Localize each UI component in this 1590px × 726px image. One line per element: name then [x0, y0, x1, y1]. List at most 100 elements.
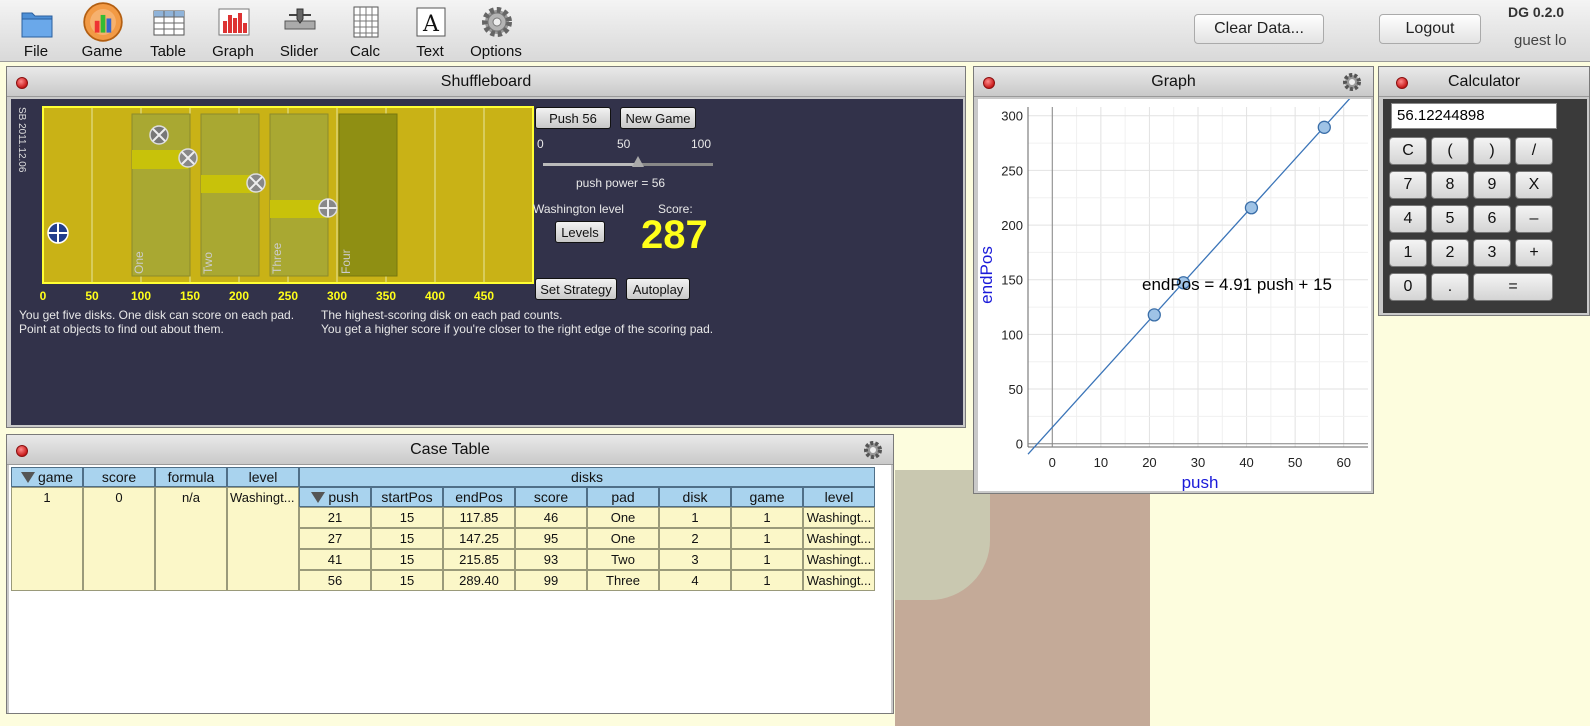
disk[interactable] [47, 222, 69, 244]
column-header[interactable]: formula [155, 467, 227, 487]
push-power-slider[interactable] [543, 156, 713, 167]
table-cell[interactable]: 41 [299, 549, 371, 570]
logout-button[interactable]: Logout [1379, 14, 1481, 44]
table-cell[interactable]: 4 [659, 570, 731, 591]
clear-data-button[interactable]: Clear Data... [1194, 14, 1324, 44]
table-cell[interactable]: 15 [371, 528, 443, 549]
table-cell[interactable]: One [587, 507, 659, 528]
calc-key[interactable]: ( [1431, 137, 1469, 165]
calc-key[interactable]: = [1473, 273, 1553, 301]
column-header[interactable]: endPos [443, 487, 515, 507]
table-cell[interactable]: Washingt... [803, 570, 875, 591]
close-icon[interactable] [16, 77, 28, 89]
table-cell[interactable]: 289.40 [443, 570, 515, 591]
gear-icon[interactable] [863, 440, 883, 460]
table-cell[interactable]: Washingt... [803, 528, 875, 549]
table-cell[interactable]: Washingt... [227, 487, 299, 591]
table-cell[interactable]: Washingt... [803, 507, 875, 528]
disk[interactable] [318, 198, 338, 218]
calc-key[interactable]: 2 [1431, 239, 1469, 267]
table-cell[interactable]: n/a [155, 487, 227, 591]
calc-key[interactable]: C [1389, 137, 1427, 165]
text-tool[interactable]: A Text [397, 2, 463, 60]
table-cell[interactable]: 27 [299, 528, 371, 549]
new-game-button[interactable]: New Game [620, 107, 696, 129]
table-cell[interactable]: 147.25 [443, 528, 515, 549]
column-header[interactable]: score [515, 487, 587, 507]
graph-tool[interactable]: Graph [200, 2, 266, 60]
table-cell[interactable]: 1 [731, 570, 803, 591]
column-header[interactable]: game [731, 487, 803, 507]
table-cell[interactable]: 117.85 [443, 507, 515, 528]
close-icon[interactable] [1396, 77, 1408, 89]
column-header[interactable]: push [299, 487, 371, 507]
column-header[interactable]: level [803, 487, 875, 507]
table-cell[interactable]: 56 [299, 570, 371, 591]
calc-key[interactable]: 3 [1473, 239, 1511, 267]
levels-button[interactable]: Levels [555, 221, 605, 243]
slider-thumb[interactable] [632, 156, 645, 167]
calc-key[interactable]: – [1515, 205, 1553, 233]
calc-key[interactable]: 6 [1473, 205, 1511, 233]
column-header[interactable]: level [227, 467, 299, 487]
calc-key[interactable]: + [1515, 239, 1553, 267]
table-cell[interactable]: 215.85 [443, 549, 515, 570]
calc-key[interactable]: . [1431, 273, 1469, 301]
options-tool[interactable]: Options [463, 2, 529, 60]
table-cell[interactable]: 21 [299, 507, 371, 528]
y-axis-label[interactable]: endPos [978, 246, 996, 304]
file-tool[interactable]: File [3, 2, 69, 60]
table-cell[interactable]: 1 [731, 549, 803, 570]
table-cell[interactable]: Three [587, 570, 659, 591]
calc-key[interactable]: 8 [1431, 171, 1469, 199]
table-cell[interactable]: 1 [659, 507, 731, 528]
calc-key[interactable]: ) [1473, 137, 1511, 165]
column-header[interactable]: score [83, 467, 155, 487]
disk[interactable] [149, 125, 169, 145]
collapse-triangle-icon[interactable] [20, 471, 35, 483]
table-tool[interactable]: Table [135, 2, 201, 60]
table-cell[interactable]: 93 [515, 549, 587, 570]
column-header[interactable]: startPos [371, 487, 443, 507]
x-axis-label[interactable]: push [1182, 473, 1219, 491]
column-header[interactable]: game [11, 467, 83, 487]
data-point[interactable] [1317, 120, 1331, 134]
calc-key[interactable]: 0 [1389, 273, 1427, 301]
gear-icon[interactable] [1342, 72, 1362, 92]
calc-key[interactable]: 4 [1389, 205, 1427, 233]
table-cell[interactable]: 1 [731, 528, 803, 549]
calc-key[interactable]: 1 [1389, 239, 1427, 267]
shuffleboard-court[interactable]: SB 2011.12.06 One Two Three Four 0 50 10… [16, 106, 537, 307]
autoplay-button[interactable]: Autoplay [626, 278, 690, 300]
set-strategy-button[interactable]: Set Strategy [535, 278, 617, 300]
slider-tool[interactable]: Slider [266, 2, 332, 60]
table-cell[interactable]: 1 [11, 487, 83, 591]
column-header[interactable]: disk [659, 487, 731, 507]
table-cell[interactable]: 99 [515, 570, 587, 591]
table-cell[interactable]: 0 [83, 487, 155, 591]
calc-key[interactable]: X [1515, 171, 1553, 199]
table-cell[interactable]: 3 [659, 549, 731, 570]
calc-key[interactable]: / [1515, 137, 1553, 165]
disk[interactable] [178, 148, 198, 168]
calc-key[interactable]: 5 [1431, 205, 1469, 233]
calc-key[interactable]: 9 [1473, 171, 1511, 199]
data-point[interactable] [1244, 201, 1259, 215]
data-point[interactable] [1147, 308, 1161, 322]
close-icon[interactable] [983, 77, 995, 89]
column-header[interactable]: pad [587, 487, 659, 507]
table-cell[interactable]: 15 [371, 549, 443, 570]
table-cell[interactable]: 46 [515, 507, 587, 528]
game-tool[interactable]: Game [69, 2, 135, 60]
disk[interactable] [246, 173, 266, 193]
table-cell[interactable]: 1 [731, 507, 803, 528]
graph-plot[interactable]: 0 10 20 30 40 50 60 0 50 100 150 200 250 300 endPos =… [978, 99, 1371, 491]
table-cell[interactable]: 95 [515, 528, 587, 549]
table-cell[interactable]: Two [587, 549, 659, 570]
table-cell[interactable]: 15 [371, 570, 443, 591]
collapse-triangle-icon[interactable] [311, 491, 326, 503]
table-cell[interactable]: 2 [659, 528, 731, 549]
calc-key[interactable]: 7 [1389, 171, 1427, 199]
regression-equation[interactable]: endPos = 4.91 push + 15 [1142, 275, 1332, 294]
calc-tool[interactable]: Calc [332, 2, 398, 60]
